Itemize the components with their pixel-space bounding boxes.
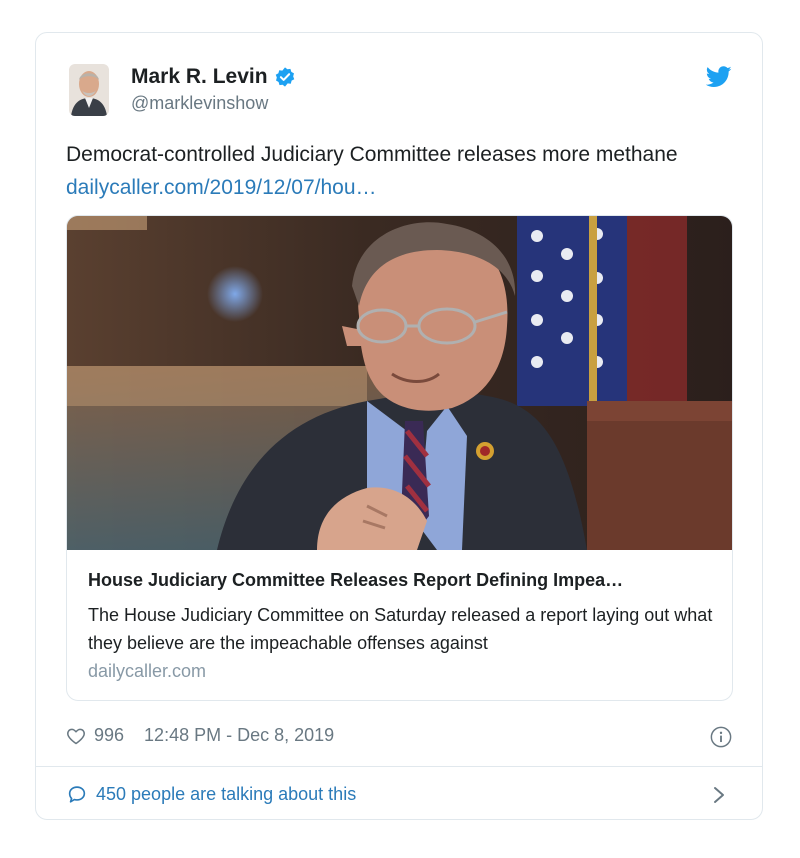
speech-bubble-icon xyxy=(68,786,86,803)
like-count[interactable]: 996 xyxy=(94,725,124,746)
embedded-tweet-card[interactable]: Mark R. Levin @marklevinshow Democrat-co… xyxy=(35,32,763,820)
tweet-timestamp[interactable]: 12:48 PM - Dec 8, 2019 xyxy=(144,725,334,746)
chevron-right-icon[interactable] xyxy=(712,785,726,805)
tweet-meta: 996 12:48 PM - Dec 8, 2019 xyxy=(66,725,334,746)
avatar[interactable] xyxy=(69,64,109,116)
divider xyxy=(36,766,762,767)
tweet-text: Democrat-controlled Judiciary Committee … xyxy=(66,138,726,204)
verified-badge-icon xyxy=(275,67,294,87)
author-name[interactable]: Mark R. Levin xyxy=(131,65,268,89)
link-preview-card[interactable]: House Judiciary Committee Releases Repor… xyxy=(66,215,733,701)
link-card-description: The House Judiciary Committee on Saturda… xyxy=(88,605,713,653)
twitter-bird-icon[interactable] xyxy=(706,66,732,88)
info-icon[interactable] xyxy=(710,726,732,748)
conversation-link[interactable]: 450 people are talking about this xyxy=(66,783,356,805)
author-handle[interactable]: @marklevinshow xyxy=(131,93,268,114)
link-card-domain: dailycaller.com xyxy=(88,661,207,681)
heart-icon[interactable] xyxy=(66,726,86,746)
link-card-title[interactable]: House Judiciary Committee Releases Repor… xyxy=(88,570,718,591)
tweet-body: Democrat-controlled Judiciary Committee … xyxy=(66,143,678,166)
tweet-link[interactable]: dailycaller.com/2019/12/07/hou… xyxy=(66,176,377,199)
conversation-label[interactable]: 450 people are talking about this xyxy=(96,784,356,805)
article-photo[interactable] xyxy=(67,216,733,550)
